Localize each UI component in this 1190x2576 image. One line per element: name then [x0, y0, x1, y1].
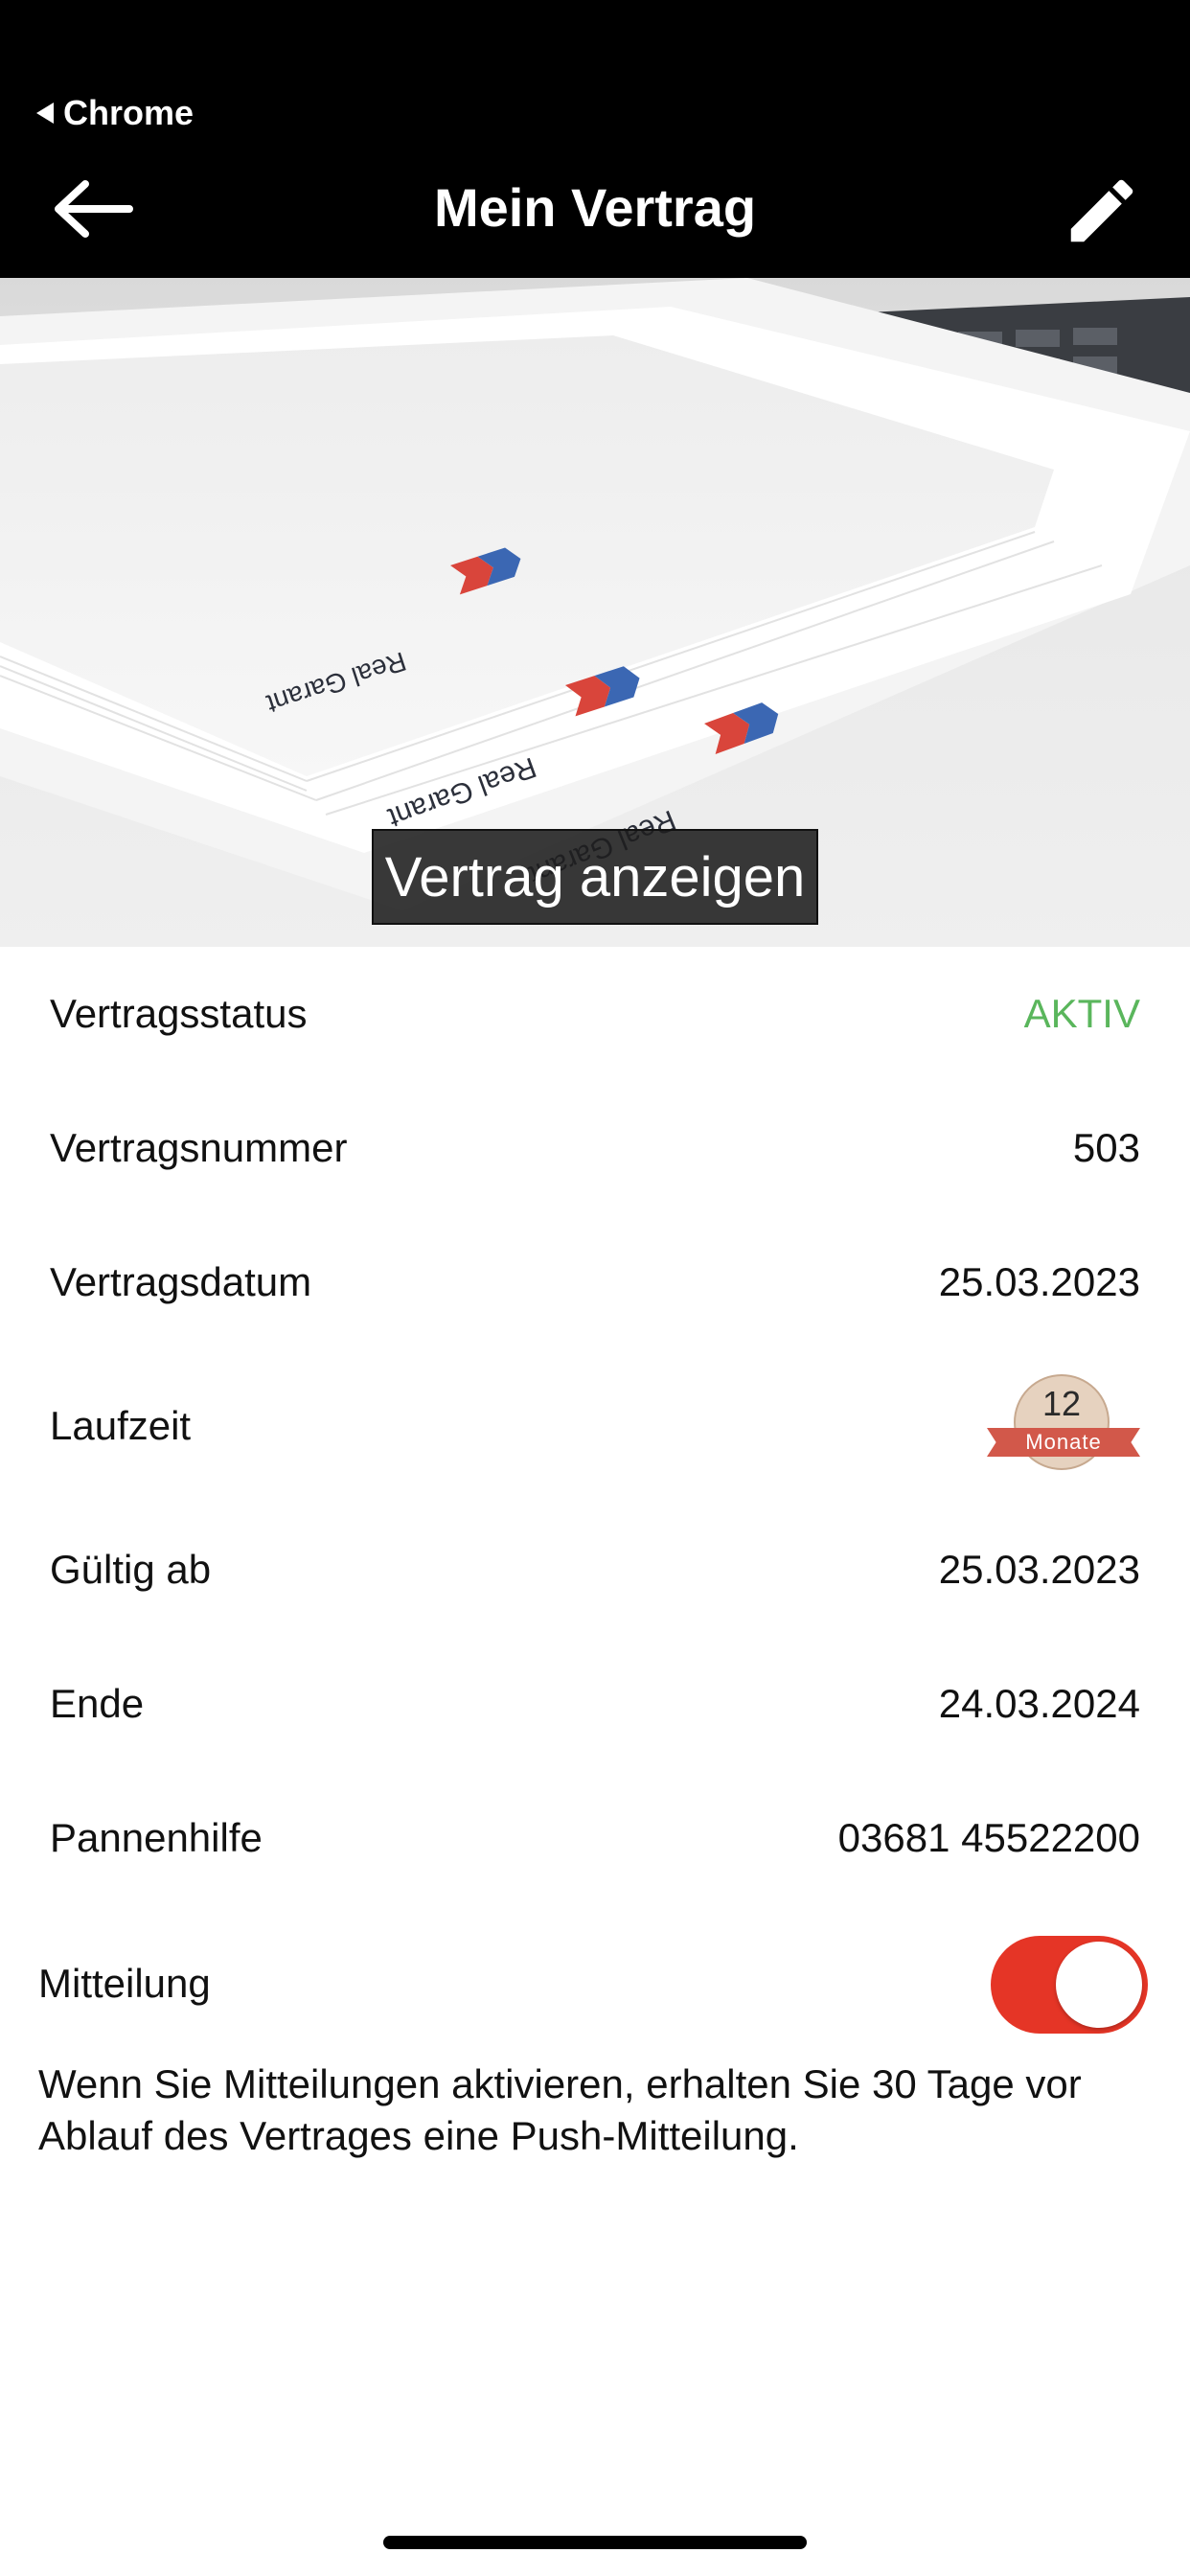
- badge-number: 12: [1041, 1384, 1082, 1423]
- screen: Chrome Mein Vertrag Real Garant Real Gar…: [0, 0, 1190, 2576]
- header-bar: Chrome Mein Vertrag: [0, 0, 1190, 278]
- detail-value: 25.03.2023: [938, 1547, 1140, 1592]
- pencil-icon: [1070, 179, 1133, 242]
- detail-label: Vertragsdatum: [50, 1259, 312, 1304]
- detail-row-number: Vertragsnummer 503: [50, 1081, 1140, 1215]
- view-contract-button[interactable]: Vertrag anzeigen: [372, 829, 818, 925]
- phone-number-value[interactable]: 03681 45522200: [838, 1815, 1140, 1861]
- detail-label: Vertragsnummer: [50, 1125, 348, 1170]
- toggle-knob: [1056, 1942, 1142, 2028]
- back-app-label: Chrome: [63, 93, 195, 132]
- detail-label: Gültig ab: [50, 1547, 212, 1592]
- arrow-left-icon: [55, 180, 133, 238]
- notification-label: Mitteilung: [38, 1961, 211, 2006]
- status-value: AKTIV: [1023, 991, 1140, 1036]
- detail-label: Ende: [50, 1681, 145, 1726]
- home-indicator[interactable]: [383, 2536, 807, 2549]
- detail-label: Vertragsstatus: [50, 991, 308, 1036]
- badge-unit: Monate: [1025, 1430, 1102, 1454]
- detail-row-valid-from: Gültig ab 25.03.2023: [50, 1503, 1140, 1637]
- detail-row-duration: Laufzeit 12 Monate: [50, 1359, 1140, 1493]
- detail-value: 24.03.2024: [938, 1681, 1140, 1726]
- detail-row-breakdown-service: Pannenhilfe 03681 45522200: [50, 1771, 1140, 1905]
- detail-label: Pannenhilfe: [50, 1815, 263, 1860]
- contract-hero-image: Real Garant Real Garant Real Garant Vert…: [0, 278, 1190, 947]
- back-button[interactable]: [46, 169, 138, 249]
- detail-row-end: Ende 24.03.2024: [50, 1637, 1140, 1771]
- detail-label: Laufzeit: [50, 1403, 192, 1448]
- detail-row-status: Vertragsstatus AKTIV: [50, 947, 1140, 1081]
- page-title: Mein Vertrag: [433, 177, 757, 238]
- notification-toggle[interactable]: [991, 1936, 1148, 2034]
- detail-row-date: Vertragsdatum 25.03.2023: [50, 1215, 1140, 1349]
- notification-description: Wenn Sie Mitteilungen aktivieren, erhalt…: [38, 2061, 1082, 2158]
- duration-badge: 12 Monate: [987, 1374, 1140, 1478]
- detail-value: 503: [1072, 1125, 1140, 1170]
- edit-button[interactable]: [1052, 165, 1152, 257]
- detail-value: 25.03.2023: [938, 1259, 1140, 1304]
- triangle-left-icon: [36, 103, 54, 124]
- back-to-app-link[interactable]: Chrome: [36, 92, 194, 134]
